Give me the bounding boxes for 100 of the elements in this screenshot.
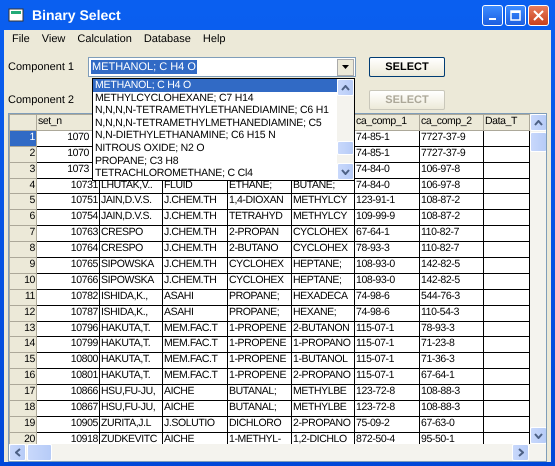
row-header[interactable]: 18 — [10, 400, 36, 416]
table-cell: 10866 — [36, 384, 100, 401]
table-cell: HAKUTA,T. — [100, 321, 162, 337]
table-cell: 115-07-1 — [354, 336, 420, 353]
close-button[interactable] — [528, 4, 549, 26]
table-cell: HAKUTA,T. — [100, 368, 162, 385]
table-cell: 106-97-8 — [420, 162, 484, 178]
table-cell: AICHE — [162, 400, 228, 416]
table-cell: METHYLCY — [292, 210, 354, 226]
table-cell: 115-07-1 — [354, 368, 420, 385]
table-cell: 7727-37-9 — [420, 130, 484, 146]
dropdown-item[interactable]: N,N,N,N-TETRAMETHYLETHANEDIAMINE; C6 H1 — [93, 104, 337, 117]
table-cell: 10751 — [36, 194, 100, 210]
row-header[interactable]: 6 — [10, 210, 36, 226]
table-cell: HEXANE; — [292, 305, 354, 322]
menu-item[interactable]: Database — [138, 30, 197, 48]
table-cell: 67-64-1 — [354, 226, 420, 242]
row-header[interactable]: 3 — [10, 162, 36, 178]
row-header[interactable]: 13 — [10, 321, 36, 337]
scroll-right-button[interactable] — [512, 444, 529, 461]
table-cell: HSU,FU-JU, — [100, 384, 162, 401]
row-header[interactable]: 8 — [10, 242, 36, 258]
maximize-button[interactable] — [505, 4, 526, 26]
scroll-up-button[interactable] — [530, 114, 546, 131]
scrollbar-thumb[interactable] — [27, 444, 52, 461]
table-cell: 110-82-7 — [420, 226, 484, 242]
table-cell: 10754 — [36, 210, 100, 226]
table-cell: HAKUTA,T. — [100, 336, 162, 353]
menu-item[interactable]: Help — [196, 30, 232, 48]
table-cell: 67-64-1 — [420, 368, 484, 385]
row-header[interactable]: 10 — [10, 273, 36, 290]
dropdown-button[interactable] — [337, 58, 354, 76]
table-cell: METHYLBE — [292, 400, 354, 416]
row-header[interactable]: 2 — [10, 146, 36, 162]
table-cell: 108-87-2 — [420, 210, 484, 226]
table-cell: 108-93-0 — [354, 258, 420, 274]
table-cell: 110-82-7 — [420, 242, 484, 258]
table-cell: 10905 — [36, 416, 100, 432]
table-cell: PROPANE; — [228, 305, 292, 322]
minimize-button[interactable] — [482, 4, 503, 26]
row-header[interactable]: 9 — [10, 258, 36, 274]
row-header[interactable]: 15 — [10, 352, 36, 369]
row-header[interactable]: 19 — [10, 416, 36, 432]
column-header[interactable]: ca_comp_1 — [354, 114, 420, 130]
scroll-left-button[interactable] — [9, 444, 26, 461]
table-cell: 544-76-3 — [420, 289, 484, 306]
dropdown-item[interactable]: TETRACHLOROMETHANE; C Cl4 — [93, 167, 337, 180]
menu-item[interactable]: File — [6, 30, 36, 48]
row-header[interactable]: 5 — [10, 194, 36, 210]
table-cell: HAKUTA,T. — [100, 352, 162, 369]
scroll-down-button[interactable] — [337, 163, 354, 180]
table-cell: 108-87-2 — [420, 194, 484, 210]
row-header[interactable]: 1 — [10, 130, 36, 146]
dropdown-item[interactable]: METHANOL; C H4 O — [93, 79, 337, 92]
table-cell: 2-BUTANO — [228, 242, 292, 258]
table-cell: 142-82-5 — [420, 273, 484, 290]
scroll-up-button[interactable] — [337, 79, 354, 96]
table-cell: 10764 — [36, 242, 100, 258]
table-cell: ISHIDA,K., — [100, 305, 162, 322]
close-icon — [533, 10, 544, 20]
row-header[interactable]: 17 — [10, 384, 36, 401]
table-cell: J.CHEM.TH — [162, 273, 228, 290]
row-header[interactable]: 7 — [10, 226, 36, 242]
row-header[interactable]: 11 — [10, 289, 36, 306]
scroll-down-button[interactable] — [530, 427, 546, 444]
table-cell: 67-63-0 — [420, 416, 484, 432]
table-cell: MEM.FAC.T — [162, 368, 228, 385]
select-button[interactable]: SELECT — [369, 57, 445, 77]
component-combo[interactable]: METHANOL; C H4 O — [88, 57, 356, 77]
row-header[interactable]: 20 — [10, 432, 36, 444]
table-cell: 1-PROPENE — [228, 321, 292, 337]
scrollbar-thumb[interactable] — [530, 132, 546, 152]
table-cell: CYCLOHEX — [292, 242, 354, 258]
table-cell: ASAHI — [162, 305, 228, 322]
table-cell: 10766 — [36, 273, 100, 290]
row-header[interactable]: 14 — [10, 336, 36, 353]
table-cell: 10800 — [36, 352, 100, 369]
table-cell: 123-91-1 — [354, 194, 420, 210]
table-cell: METHYLCY — [292, 194, 354, 210]
dropdown-item[interactable]: N,N-DIETHYLETHANAMINE; C6 H15 N — [93, 129, 337, 142]
scrollbar-thumb[interactable] — [337, 141, 354, 155]
column-header[interactable]: ca_comp_2 — [420, 114, 484, 130]
table-cell: 75-09-2 — [354, 416, 420, 432]
table-cell: BUTANAL; — [228, 384, 292, 401]
column-header[interactable]: Data_T — [484, 114, 530, 130]
table-cell: J.CHEM.TH — [162, 226, 228, 242]
table-cell: J.CHEM.TH — [162, 242, 228, 258]
table-cell: AICHE — [162, 384, 228, 401]
menu-item[interactable]: View — [36, 30, 72, 48]
menu-item[interactable]: Calculation — [71, 30, 138, 48]
row-header[interactable]: 4 — [10, 178, 36, 194]
row-header[interactable]: 16 — [10, 368, 36, 385]
row-header[interactable]: 12 — [10, 305, 36, 322]
table-cell: ZURITA,J.L — [100, 416, 162, 432]
dropdown-item[interactable]: METHYLCYCLOHEXANE; C7 H14 — [93, 92, 337, 104]
window-title: Binary Select — [32, 6, 121, 25]
table-cell: MEM.FAC.T — [162, 321, 228, 337]
table-cell: ASAHI — [162, 289, 228, 306]
table-cell: HEXADECA — [292, 289, 354, 306]
table-cell: 108-93-0 — [354, 273, 420, 290]
